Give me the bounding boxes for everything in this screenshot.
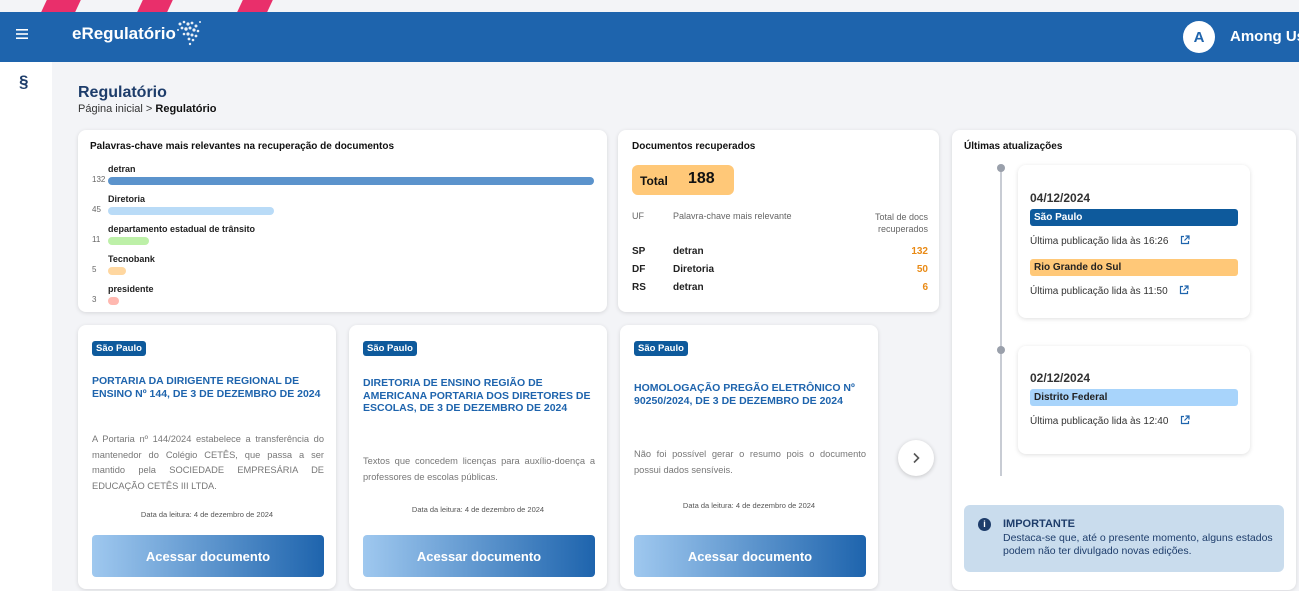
sidebar: §	[0, 62, 52, 591]
update-date: 04/12/2024	[1030, 191, 1091, 205]
keyword-count: 132	[92, 175, 106, 184]
section-sign-icon[interactable]: §	[19, 72, 28, 92]
keyword-bar	[108, 237, 149, 245]
row-total: 50	[916, 264, 928, 275]
keyword-count: 11	[92, 235, 101, 244]
keyword-label: departamento estadual de trânsito	[108, 224, 256, 234]
keyword-row: presidente 3	[92, 284, 602, 314]
news-card: São Paulo DIRETORIA DE ENSINO REGIÃO DE …	[349, 325, 607, 589]
news-card: São Paulo PORTARIA DA DIRIGENTE REGIONAL…	[78, 325, 336, 589]
column-header-keyword: Palavra-chave mais relevante	[673, 211, 792, 221]
hamburger-menu-icon[interactable]	[16, 28, 30, 42]
row-keyword: detran	[673, 246, 704, 257]
user-name[interactable]: Among Us	[1230, 28, 1299, 45]
access-document-button[interactable]: Acessar documento	[92, 535, 324, 577]
total-badge: Total 188	[632, 165, 734, 195]
breadcrumb-home[interactable]: Página inicial	[78, 103, 143, 115]
documents-card-title: Documentos recuperados	[632, 141, 756, 152]
decorative-stripe	[237, 0, 273, 12]
column-header-uf: UF	[632, 211, 644, 221]
decorative-stripe	[137, 0, 173, 12]
news-title[interactable]: DIRETORIA DE ENSINO REGIÃO DE AMERICANA …	[363, 377, 595, 415]
keyword-count: 45	[92, 205, 101, 214]
breadcrumb: Página inicial > Regulatório	[78, 103, 217, 115]
reading-date: Data da leitura: 4 de dezembro de 2024	[140, 510, 274, 519]
row-uf: DF	[632, 264, 646, 275]
keywords-card: Palavras-chave mais relevantes na recupe…	[78, 130, 607, 312]
row-keyword: detran	[673, 282, 704, 293]
carousel-next-button[interactable]	[898, 440, 934, 476]
row-total: 132	[911, 246, 928, 257]
timeline-dot	[997, 346, 1005, 354]
news-summary: Não foi possível gerar o resumo pois o d…	[634, 449, 866, 475]
decorative-stripe	[41, 0, 81, 12]
keyword-bar	[108, 177, 594, 185]
news-card: São Paulo HOMOLOGAÇÃO PREGÃO ELETRÔNICO …	[620, 325, 878, 589]
update-text[interactable]: Última publicação lida às 16:26	[1030, 235, 1190, 247]
access-document-button[interactable]: Acessar documento	[363, 535, 595, 577]
timeline-line	[1000, 168, 1002, 476]
reading-date: Data da leitura: 4 de dezembro de 2024	[682, 501, 816, 510]
brazil-map-logo-icon	[177, 20, 201, 46]
external-link-icon[interactable]	[1180, 235, 1190, 245]
state-tag: São Paulo	[1030, 209, 1238, 226]
update-text-label: Última publicação lida às 11:50	[1030, 286, 1168, 297]
update-text[interactable]: Última publicação lida às 11:50	[1030, 285, 1190, 297]
total-value: 188	[688, 170, 715, 187]
avatar[interactable]: A	[1183, 21, 1215, 53]
update-date: 02/12/2024	[1030, 371, 1091, 385]
access-document-button[interactable]: Acessar documento	[634, 535, 866, 577]
update-card: 04/12/2024 São Paulo Última publicação l…	[1018, 165, 1250, 318]
keywords-card-title: Palavras-chave mais relevantes na recupe…	[90, 141, 395, 152]
state-tag: Rio Grande do Sul	[1030, 259, 1238, 276]
update-text[interactable]: Última publicação lida às 12:40	[1030, 415, 1190, 427]
chevron-right-icon	[913, 452, 920, 464]
breadcrumb-current: Regulatório	[155, 103, 217, 115]
keyword-label: detran	[108, 164, 136, 174]
row-uf: RS	[632, 282, 646, 293]
keyword-count: 3	[92, 295, 97, 304]
state-badge: São Paulo	[634, 341, 688, 356]
keyword-bar	[108, 267, 127, 275]
top-bar: eRegulatório A Among Us	[0, 12, 1299, 62]
breadcrumb-separator: >	[145, 103, 153, 115]
keyword-bar	[108, 207, 274, 215]
keyword-label: Diretoria	[108, 194, 146, 204]
news-title[interactable]: HOMOLOGAÇÃO PREGÃO ELETRÔNICO Nº 90250/2…	[634, 382, 866, 407]
reading-date: Data da leitura: 4 de dezembro de 2024	[411, 505, 545, 514]
keyword-count: 5	[92, 265, 97, 274]
column-header-total: Total de docs recuperados	[874, 212, 928, 234]
state-badge: São Paulo	[363, 341, 417, 356]
page-title: Regulatório	[78, 84, 167, 101]
info-icon: i	[978, 518, 991, 531]
update-text-label: Última publicação lida às 12:40	[1030, 416, 1169, 427]
keyword-label: presidente	[108, 284, 154, 294]
timeline-dot	[997, 164, 1005, 172]
update-text-label: Última publicação lida às 16:26	[1030, 236, 1169, 247]
keyword-label: Tecnobank	[108, 254, 155, 264]
important-title: IMPORTANTE	[1003, 518, 1075, 530]
external-link-icon[interactable]	[1179, 285, 1190, 295]
keyword-row: Tecnobank 5	[92, 254, 602, 284]
state-tag: Distrito Federal	[1030, 389, 1238, 406]
news-summary: Textos que concedem licenças para auxíli…	[363, 456, 595, 482]
keyword-row: Diretoria 45	[92, 194, 602, 224]
updates-title: Últimas atualizações	[964, 141, 1063, 152]
total-label: Total	[640, 174, 668, 188]
row-keyword: Diretoria	[673, 264, 715, 275]
news-summary: A Portaria nº 144/2024 estabelece a tran…	[92, 434, 324, 491]
brand-name[interactable]: eRegulatório	[72, 24, 176, 44]
keyword-bar	[108, 297, 120, 305]
important-notice: i IMPORTANTE Destaca-se que, até o prese…	[964, 505, 1284, 572]
keyword-row: detran 132	[92, 164, 602, 194]
state-badge: São Paulo	[92, 341, 146, 356]
important-text: Destaca-se que, até o presente momento, …	[1003, 532, 1273, 557]
news-title[interactable]: PORTARIA DA DIRIGENTE REGIONAL DE ENSINO…	[92, 375, 324, 400]
update-card: 02/12/2024 Distrito Federal Última publi…	[1018, 346, 1250, 454]
row-uf: SP	[632, 246, 646, 257]
keyword-row: departamento estadual de trânsito 11	[92, 224, 602, 254]
external-link-icon[interactable]	[1180, 415, 1190, 425]
row-total: 6	[922, 282, 928, 293]
documents-card: Documentos recuperados Total 188 UF Pala…	[618, 130, 939, 312]
